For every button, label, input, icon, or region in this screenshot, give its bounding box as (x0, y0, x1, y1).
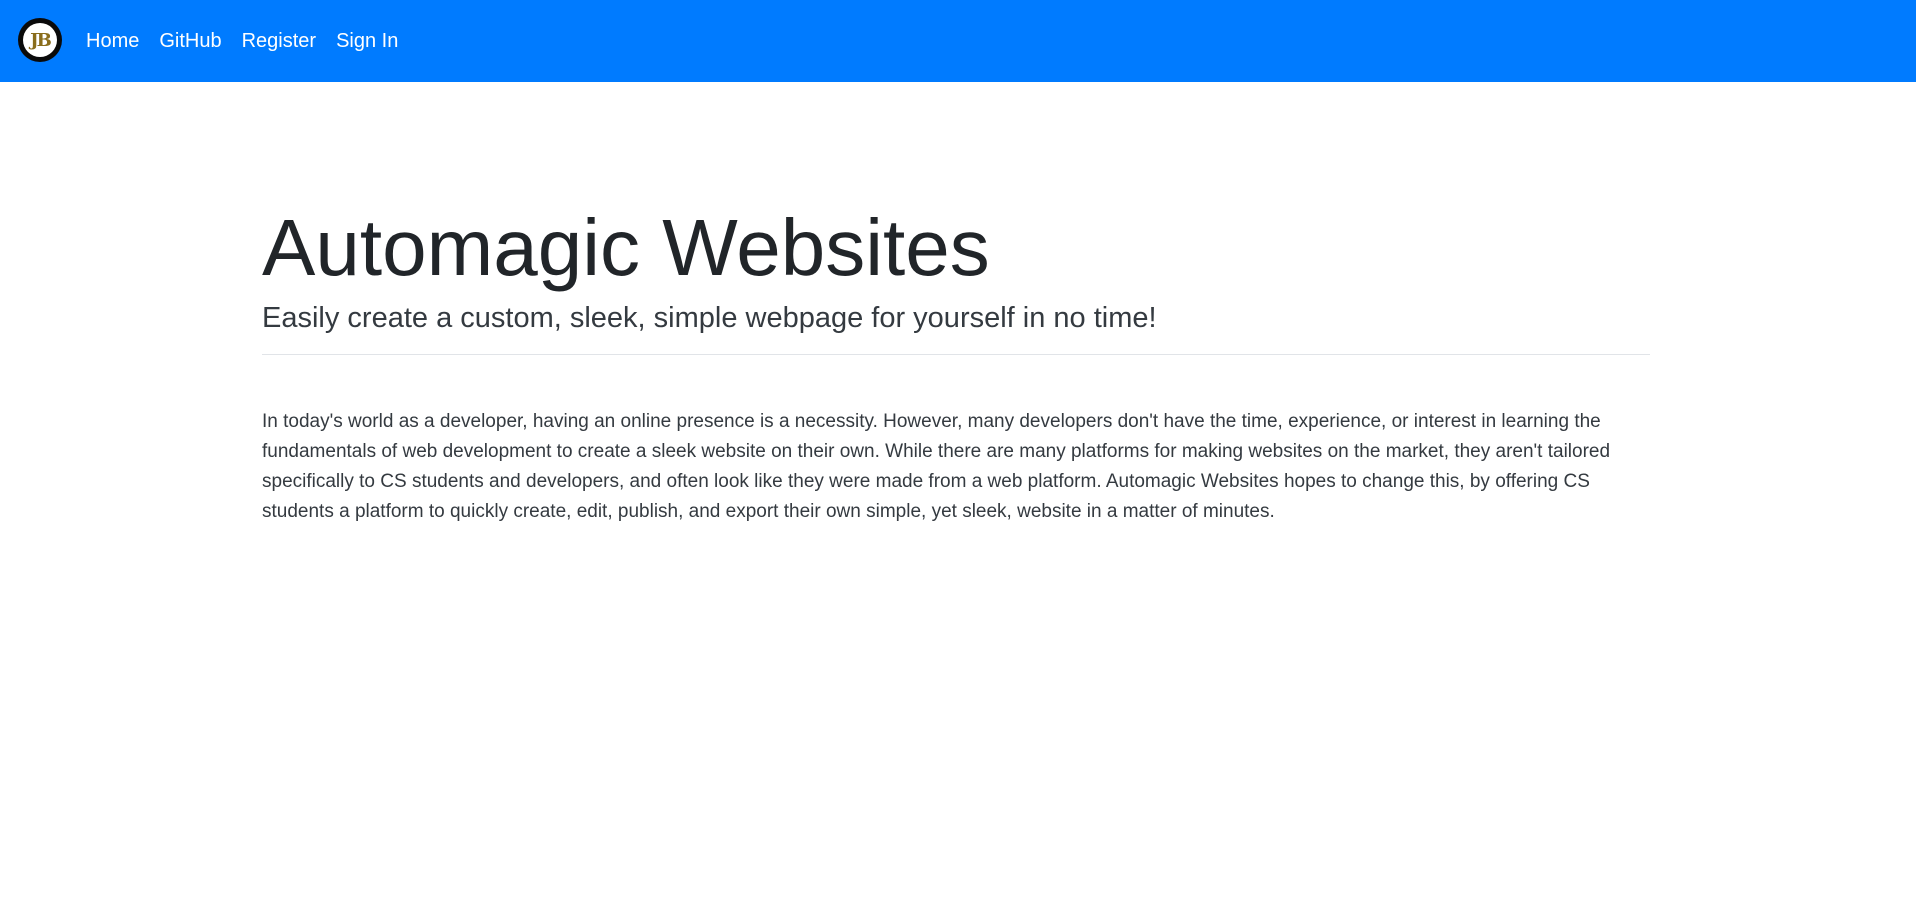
logo-monogram: JB (23, 23, 57, 57)
hero-section: Automagic Websites Easily create a custo… (262, 200, 1650, 527)
nav-link-sign-in[interactable]: Sign In (336, 30, 398, 53)
nav-link-register[interactable]: Register (242, 30, 316, 53)
nav-link-home[interactable]: Home (86, 30, 139, 53)
top-navbar: JB Home GitHub Register Sign In (0, 0, 1916, 82)
page-subtitle: Easily create a custom, sleek, simple we… (262, 302, 1157, 334)
divider (262, 353, 1650, 355)
logo-icon[interactable]: JB (18, 18, 62, 62)
nav-links: Home GitHub Register Sign In (86, 30, 418, 53)
nav-link-github[interactable]: GitHub (159, 30, 221, 53)
page-title: Automagic Websites (262, 203, 990, 292)
intro-paragraph: In today's world as a developer, having … (262, 410, 1611, 522)
